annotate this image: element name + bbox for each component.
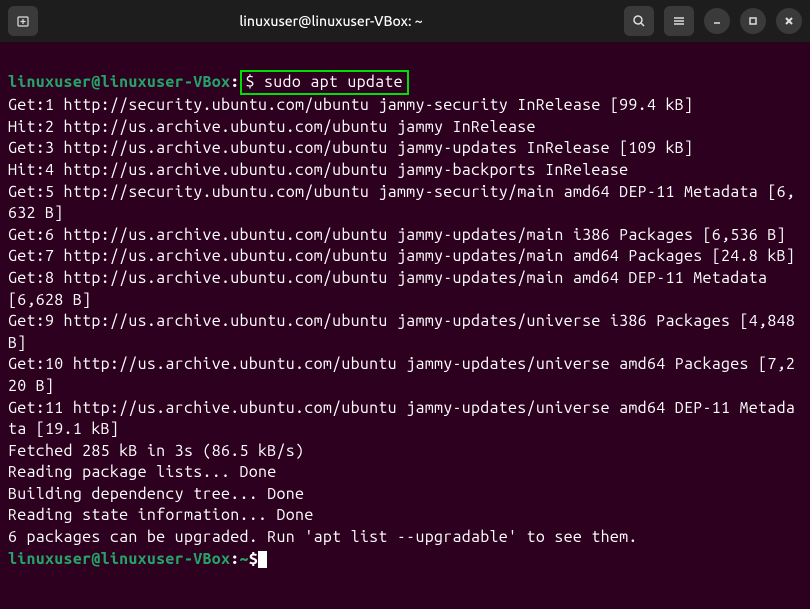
output-line: Hit:4 http://us.archive.ubuntu.com/ubunt… [8, 160, 802, 182]
output-line: Get:10 http://us.archive.ubuntu.com/ubun… [8, 354, 802, 397]
output-line: Hit:2 http://us.archive.ubuntu.com/ubunt… [8, 117, 802, 139]
command-text: $ sudo apt update [246, 73, 403, 91]
prompt-colon: : [230, 550, 239, 568]
output-line: Reading package lists... Done [8, 462, 802, 484]
prompt-line-1: linuxuser@linuxuser-VBox: $ sudo apt upda… [8, 70, 802, 96]
window-title: linuxuser@linuxuser-VBox: ~ [46, 13, 616, 29]
output-line: Get:5 http://security.ubuntu.com/ubuntu … [8, 182, 802, 225]
minimize-button[interactable] [704, 8, 730, 34]
hamburger-icon [672, 14, 686, 28]
output-line: Get:11 http://us.archive.ubuntu.com/ubun… [8, 398, 802, 441]
output-line: Get:9 http://us.archive.ubuntu.com/ubunt… [8, 311, 802, 354]
new-tab-button[interactable] [8, 6, 38, 36]
menu-button[interactable] [664, 6, 694, 36]
prompt-user-host: linuxuser@linuxuser-VBox [8, 550, 230, 568]
output-line: Get:7 http://us.archive.ubuntu.com/ubunt… [8, 246, 802, 268]
close-icon [783, 15, 795, 27]
prompt-symbol: $ [249, 550, 258, 568]
search-button[interactable] [624, 6, 654, 36]
command-highlight: $ sudo apt update [240, 70, 409, 96]
output-line: Get:1 http://security.ubuntu.com/ubuntu … [8, 95, 802, 117]
prompt-path: ~ [240, 550, 249, 568]
titlebar-left-controls [8, 6, 38, 36]
new-tab-icon [16, 14, 30, 28]
output-line: Reading state information... Done [8, 505, 802, 527]
titlebar-right-controls [624, 6, 802, 36]
maximize-button[interactable] [740, 8, 766, 34]
output-line: 6 packages can be upgraded. Run 'apt lis… [8, 527, 802, 549]
output-line: Get:3 http://us.archive.ubuntu.com/ubunt… [8, 138, 802, 160]
window-titlebar: linuxuser@linuxuser-VBox: ~ [0, 0, 810, 42]
prompt-user-host: linuxuser@linuxuser-VBox [8, 73, 230, 91]
output-line: Get:6 http://us.archive.ubuntu.com/ubunt… [8, 225, 802, 247]
output-line: Get:8 http://us.archive.ubuntu.com/ubunt… [8, 268, 802, 311]
minimize-icon [711, 15, 723, 27]
output-line: Building dependency tree... Done [8, 484, 802, 506]
search-icon [632, 14, 646, 28]
output-line: Fetched 285 kB in 3s (86.5 kB/s) [8, 441, 802, 463]
prompt-line-2: linuxuser@linuxuser-VBox:~$ [8, 549, 802, 571]
terminal-cursor [258, 551, 267, 568]
prompt-colon: : [230, 73, 239, 91]
terminal-content[interactable]: linuxuser@linuxuser-VBox: $ sudo apt upda… [0, 42, 810, 598]
close-button[interactable] [776, 8, 802, 34]
maximize-icon [747, 15, 759, 27]
